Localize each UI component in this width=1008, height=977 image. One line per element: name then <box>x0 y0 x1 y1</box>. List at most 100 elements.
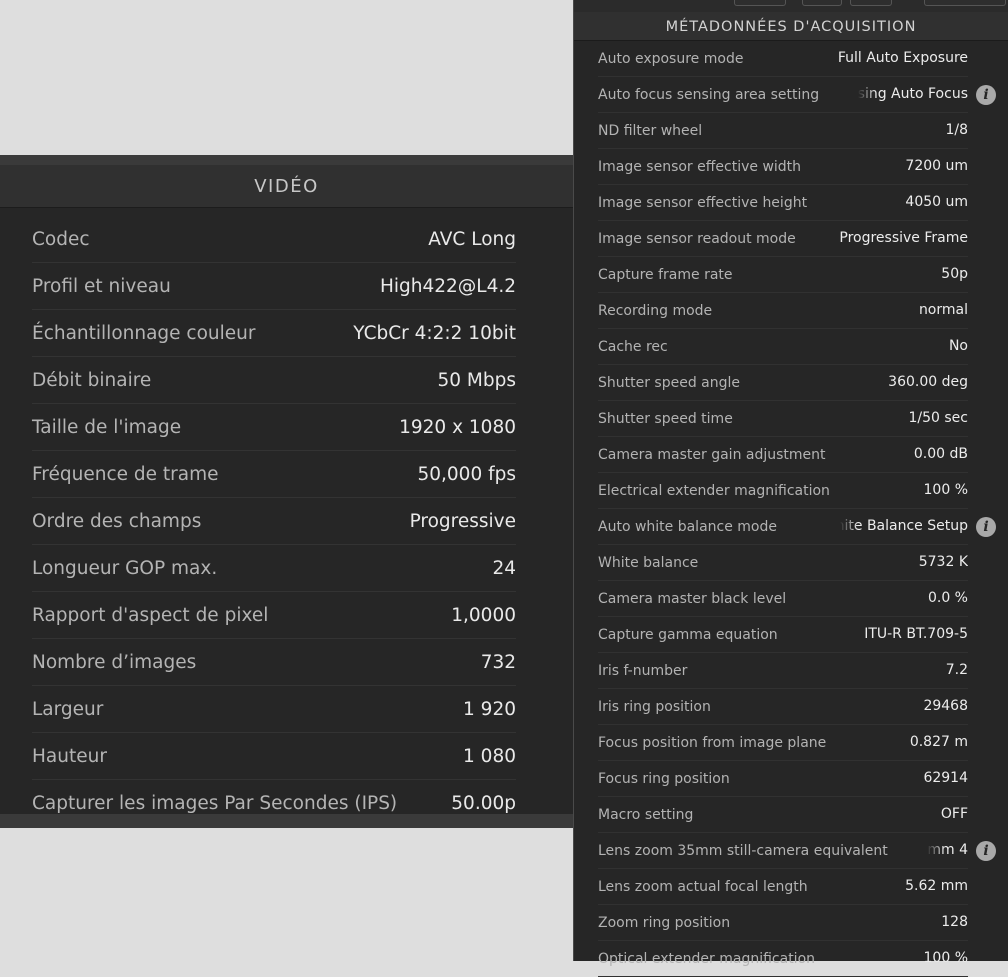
video-property-row: Fréquence de trame 50,000 fps <box>32 451 516 498</box>
video-panel: VIDÉO Codec AVC Long Profil et niveau High4… <box>0 155 573 828</box>
video-property-row: Longueur GOP max. 24 <box>32 545 516 592</box>
video-property-value: 1920 x 1080 <box>399 416 516 438</box>
acquisition-property-row: ND filter wheel 1/8 <box>598 113 968 149</box>
acquisition-property-row: Focus position from image plane 0.827 m <box>598 725 968 761</box>
acquisition-property-label: Optical extender magnification <box>598 950 816 967</box>
acquisition-property-value: 29468 <box>923 698 968 714</box>
acquisition-property-label: Camera master gain adjustment <box>598 446 826 463</box>
acquisition-property-label: Auto white balance mode <box>598 518 777 535</box>
acquisition-property-value: normal <box>918 302 968 318</box>
video-property-row: Hauteur 1 080 <box>32 733 516 780</box>
acquisition-property-value: sing Auto Focus <box>857 77 968 112</box>
info-icon[interactable]: i <box>976 840 996 861</box>
acquisition-property-row: Shutter speed angle 360.00 deg <box>598 365 968 401</box>
video-property-value: AVC Long <box>428 228 516 250</box>
acquisition-property-value: Progressive Frame <box>839 230 968 246</box>
video-property-label: Ordre des champs <box>32 510 202 532</box>
acquisition-property-row: Shutter speed time 1/50 sec <box>598 401 968 437</box>
acquisition-property-row: Zoom ring position 128 <box>598 905 968 941</box>
acquisition-property-label: Capture frame rate <box>598 266 733 283</box>
video-panel-footer <box>0 814 573 828</box>
video-property-value: 1,0000 <box>451 604 516 626</box>
video-property-value: Progressive <box>409 510 516 532</box>
acquisition-property-value: 0.0 % <box>927 590 968 606</box>
acquisition-property-label: Image sensor readout mode <box>598 230 796 247</box>
video-property-value: 1 920 <box>463 698 516 720</box>
info-icon[interactable]: i <box>976 516 996 537</box>
acquisition-property-label: Macro setting <box>598 806 694 823</box>
video-property-label: Hauteur <box>32 745 107 767</box>
video-property-row: Largeur 1 920 <box>32 686 516 733</box>
acquisition-property-row: Optical extender magnification 100 % <box>598 941 968 977</box>
acquisition-property-value: OFF <box>940 806 968 822</box>
video-property-value: 50 Mbps <box>437 369 516 391</box>
acquisition-property-label: Electrical extender magnification <box>598 482 830 499</box>
acquisition-property-label: Cache rec <box>598 338 668 355</box>
video-property-label: Rapport d'aspect de pixel <box>32 604 269 626</box>
acquisition-property-value: 62914 <box>923 770 968 786</box>
acquisition-property-value: 7.2 <box>945 662 968 678</box>
acquisition-property-row: Capture frame rate 50p <box>598 257 968 293</box>
video-property-label: Taille de l'image <box>32 416 182 438</box>
acquisition-property-label: Capture gamma equation <box>598 626 778 643</box>
acquisition-property-row: Cache rec No <box>598 329 968 365</box>
video-property-value: 24 <box>492 557 516 579</box>
acquisition-property-value: 5732 K <box>918 554 968 570</box>
acquisition-property-value: 100 % <box>923 950 968 966</box>
acquisition-property-value: ITU-R BT.709-5 <box>864 626 968 642</box>
video-panel-title: VIDÉO <box>0 165 573 208</box>
video-property-label: Longueur GOP max. <box>32 557 218 579</box>
acquisition-property-row: Capture gamma equation ITU-R BT.709-5 <box>598 617 968 653</box>
top-tab-stub[interactable] <box>850 0 892 6</box>
acquisition-property-row: Macro setting OFF <box>598 797 968 833</box>
acquisition-property-row: Focus ring position 62914 <box>598 761 968 797</box>
video-property-value: 1 080 <box>463 745 516 767</box>
acquisition-property-label: Shutter speed time <box>598 410 733 427</box>
acquisition-property-row: Electrical extender magnification 100 % <box>598 473 968 509</box>
info-icon[interactable]: i <box>976 84 996 105</box>
acquisition-property-label: White balance <box>598 554 699 571</box>
acquisition-property-value: 50p <box>941 266 968 282</box>
video-property-label: Échantillonnage couleur <box>32 322 256 344</box>
acquisition-property-row: Iris f-number 7.2 <box>598 653 968 689</box>
acquisition-property-row: Auto white balance mode White Balance Set… <box>598 509 996 545</box>
video-property-row: Taille de l'image 1920 x 1080 <box>32 404 516 451</box>
video-property-row: Codec AVC Long <box>32 216 516 263</box>
video-property-row: Débit binaire 50 Mbps <box>32 357 516 404</box>
acquisition-property-row: Camera master black level 0.0 % <box>598 581 968 617</box>
acquisition-property-row: Image sensor readout mode Progressive Fra… <box>598 221 968 257</box>
acquisition-property-label: Camera master black level <box>598 590 787 607</box>
acquisition-property-row: Recording mode normal <box>598 293 968 329</box>
acquisition-property-value: 4 mm <box>927 833 968 868</box>
top-tab-stub[interactable] <box>802 0 842 6</box>
acquisition-property-row: Lens zoom 35mm still-camera equivalent 4 … <box>598 833 996 869</box>
acquisition-property-label: Iris f-number <box>598 662 688 679</box>
video-property-label: Nombre d’images <box>32 651 197 673</box>
acquisition-property-value: 4050 um <box>905 194 968 210</box>
video-property-row: Rapport d'aspect de pixel 1,0000 <box>32 592 516 639</box>
top-tab-stub[interactable] <box>734 0 786 6</box>
top-tab-stub[interactable] <box>924 0 1006 6</box>
acquisition-property-row: Camera master gain adjustment 0.00 dB <box>598 437 968 473</box>
acquisition-property-value: White Balance Setup <box>840 509 968 544</box>
video-property-value: YCbCr 4:2:2 10bit <box>353 322 516 344</box>
acquisition-property-label: Lens zoom 35mm still-camera equivalent <box>598 842 888 859</box>
acquisition-property-value: 7200 um <box>905 158 968 174</box>
acquisition-property-label: ND filter wheel <box>598 122 703 139</box>
acquisition-top-strip <box>574 0 1008 12</box>
acquisition-property-value: No <box>948 338 968 354</box>
video-property-label: Profil et niveau <box>32 275 171 297</box>
video-property-label: Capturer les images Par Secondes (IPS) <box>32 792 398 814</box>
video-property-label: Fréquence de trame <box>32 463 219 485</box>
acquisition-property-label: Zoom ring position <box>598 914 731 931</box>
acquisition-metadata-panel: MÉTADONNÉES D'ACQUISITION Auto exposure … <box>573 0 1008 977</box>
acquisition-property-value: 100 % <box>923 482 968 498</box>
video-property-value: 50.00p <box>451 792 516 814</box>
acquisition-property-row: Image sensor effective width 7200 um <box>598 149 968 185</box>
acquisition-property-label: Focus position from image plane <box>598 734 827 751</box>
acquisition-property-label: Image sensor effective width <box>598 158 802 175</box>
video-property-value: 732 <box>480 651 516 673</box>
acquisition-property-row: Image sensor effective height 4050 um <box>598 185 968 221</box>
video-property-value: 50,000 fps <box>417 463 516 485</box>
acquisition-property-row: Auto exposure mode Full Auto Exposure <box>598 41 968 77</box>
